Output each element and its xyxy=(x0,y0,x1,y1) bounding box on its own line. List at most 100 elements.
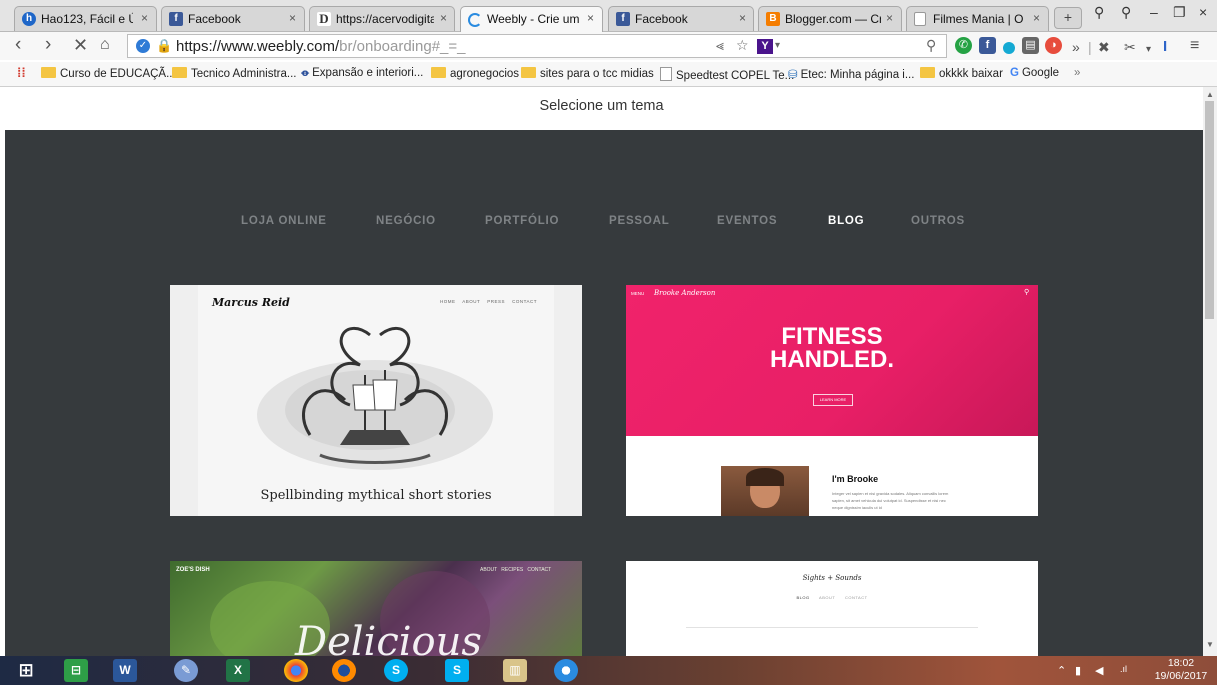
minimize-icon[interactable]: – xyxy=(1150,4,1158,20)
apps-icon[interactable]: ⁞⁞ xyxy=(17,65,26,80)
theme-card-sights-sounds[interactable]: Sights + Sounds BLOG ABOUT CONTACT xyxy=(626,561,1038,656)
learn-more-button: LEARN MORE xyxy=(813,394,853,406)
bookmark-agronegocios[interactable]: agronegocios xyxy=(431,67,519,80)
close-tab-icon[interactable]: × xyxy=(440,11,447,25)
tab-title: Filmes Mania | O mel xyxy=(933,12,1025,26)
text-tool-icon[interactable]: I xyxy=(1163,37,1167,57)
browser-toolbar: ‹ › ✕ ⌂ ✓ 🔒 https://www.weebly.com/br/on… xyxy=(0,32,1217,60)
portrait-photo xyxy=(721,466,809,516)
bookmark-google[interactable]: G Google xyxy=(1010,67,1059,79)
search-icon: ⚲ xyxy=(1024,289,1030,296)
theme-card-brooke-anderson[interactable]: MENU Brooke Anderson ⚲ FITNESS HANDLED. … xyxy=(626,285,1038,516)
paint-icon[interactable]: ✎ xyxy=(174,659,198,682)
category-outros[interactable]: OUTROS xyxy=(911,215,965,227)
scissors-icon[interactable]: ✂ xyxy=(1124,37,1136,57)
tab-weebly[interactable]: Weebly - Crie um site × xyxy=(460,6,603,32)
lock-icon: 🔒 xyxy=(156,38,173,53)
colorful-swirl-icon[interactable]: ◑ xyxy=(1045,37,1062,54)
bookmark-star-icon[interactable]: ☆ xyxy=(736,37,749,54)
skype-icon[interactable]: S xyxy=(384,659,408,682)
bug-icon[interactable]: ✖ xyxy=(1098,37,1110,57)
close-tab-icon[interactable]: × xyxy=(289,11,296,25)
bookmark-etec[interactable]: ⛁ Etec: Minha página i... xyxy=(788,67,914,81)
category-eventos[interactable]: EVENTOS xyxy=(717,215,777,227)
about-text: Integer vel sapien et nisi gravida sodal… xyxy=(832,491,949,510)
bookmark-sites-tcc[interactable]: sites para o tcc midias xyxy=(521,67,654,80)
store-icon[interactable]: ⊟ xyxy=(64,659,88,682)
theme-nav: HOME ABOUT PRESS CONTACT xyxy=(440,299,537,304)
file-explorer-icon[interactable]: ▥ xyxy=(503,659,527,682)
tray-arrow-icon[interactable]: ⌃ xyxy=(1057,664,1066,677)
theme-card-zoes-dish[interactable]: ZOE'S DISH ABOUT RECIPES CONTACT Delicio… xyxy=(170,561,582,656)
menu-icon[interactable]: ≡ xyxy=(1190,36,1199,56)
category-portfolio[interactable]: PORTFÓLIO xyxy=(485,215,559,227)
bookmark-expansao[interactable]: ꝋ Expansão e interiori... xyxy=(301,67,423,79)
skype-icon[interactable]: S xyxy=(445,659,469,682)
search-icon[interactable]: ⚲ xyxy=(926,37,936,54)
tab-hao123[interactable]: h Hao123, Fácil e Útil × xyxy=(14,6,157,31)
theme-card-marcus-reid[interactable]: Marcus Reid HOME ABOUT PRESS CONTACT Spe… xyxy=(170,285,582,516)
more-bookmarks-icon[interactable]: » xyxy=(1074,67,1080,79)
battery-icon[interactable]: ▮ xyxy=(1075,664,1081,677)
tab-facebook-2[interactable]: f Facebook × xyxy=(608,6,754,31)
card-side-margin xyxy=(554,285,582,516)
bookmark-speedtest[interactable]: Speedtest COPEL Te... xyxy=(660,67,794,82)
close-tab-icon[interactable]: × xyxy=(587,11,594,25)
close-window-icon[interactable]: × xyxy=(1199,4,1207,20)
separator-icon: | xyxy=(1088,39,1092,55)
bookmark-okkkk[interactable]: okkkk baixar xyxy=(920,67,1003,80)
category-negocio[interactable]: NEGÓCIO xyxy=(376,215,436,227)
close-tab-icon[interactable]: × xyxy=(886,11,893,25)
clapper-icon[interactable]: ▤ xyxy=(1022,37,1039,54)
category-pessoal[interactable]: PESSOAL xyxy=(609,215,670,227)
close-tab-icon[interactable]: × xyxy=(1033,11,1040,25)
dropdown-icon[interactable]: ▾ xyxy=(775,40,780,51)
circle-extension-icon[interactable] xyxy=(1003,42,1015,54)
stop-icon[interactable]: ✕ xyxy=(73,35,88,55)
system-clock[interactable]: 18:02 19/06/2017 xyxy=(1148,657,1214,683)
back-icon[interactable]: ‹ xyxy=(15,35,21,55)
dropdown-icon[interactable]: ▾ xyxy=(1146,40,1151,60)
category-loja-online[interactable]: LOJA ONLINE xyxy=(241,215,327,227)
profile-icon[interactable]: ⚲ xyxy=(1094,4,1104,21)
etec-icon: ⛁ xyxy=(788,69,798,81)
restore-icon[interactable]: ❐ xyxy=(1173,4,1186,21)
clock-date: 19/06/2017 xyxy=(1154,670,1208,682)
tab-filmes-mania[interactable]: Filmes Mania | O mel × xyxy=(906,6,1049,31)
url-text[interactable]: https://www.weebly.com/br/onboarding#_=_ xyxy=(176,38,465,55)
whatsapp-icon[interactable]: ✆ xyxy=(955,37,972,54)
forward-icon[interactable]: › xyxy=(45,35,51,55)
tab-facebook[interactable]: f Facebook × xyxy=(161,6,305,31)
new-tab-button[interactable]: + xyxy=(1054,7,1082,29)
close-tab-icon[interactable]: × xyxy=(141,11,148,25)
share-icon[interactable]: ⪡ xyxy=(716,37,724,54)
chrome-icon[interactable] xyxy=(284,659,308,682)
tab-title: Facebook xyxy=(188,12,241,26)
scroll-down-icon[interactable]: ▼ xyxy=(1206,640,1214,649)
more-extensions-icon[interactable]: » xyxy=(1072,37,1080,57)
home-icon[interactable]: ⌂ xyxy=(100,35,110,55)
category-blog[interactable]: BLOG xyxy=(828,215,864,227)
facebook-extension-icon[interactable]: f xyxy=(979,37,996,54)
tab-acervodigital[interactable]: D https://acervodigital. × xyxy=(309,6,455,31)
google-icon: G xyxy=(1010,67,1019,79)
tab-blogger[interactable]: B Blogger.com — Crie × xyxy=(758,6,902,31)
excel-icon[interactable]: X xyxy=(226,659,250,682)
page-scrollbar[interactable]: ▲ ▼ xyxy=(1203,87,1217,656)
weebly-app-icon[interactable] xyxy=(554,659,578,682)
bookmark-tecnico[interactable]: Tecnico Administra... xyxy=(172,67,296,80)
pin-icon[interactable]: ⚲ xyxy=(1121,4,1131,21)
word-icon[interactable]: W xyxy=(113,659,137,682)
theme-caption: Spellbinding mythical short stories xyxy=(260,488,492,503)
scroll-thumb[interactable] xyxy=(1205,101,1214,319)
yahoo-icon[interactable]: Y xyxy=(757,39,773,54)
firefox-icon[interactable] xyxy=(332,659,356,682)
close-tab-icon[interactable]: × xyxy=(739,11,746,25)
scroll-up-icon[interactable]: ▲ xyxy=(1206,90,1214,99)
network-icon[interactable]: .ıl xyxy=(1120,664,1127,674)
windows-start-icon[interactable]: ⊞ xyxy=(14,659,38,682)
volume-icon[interactable]: ◀ xyxy=(1095,664,1103,677)
address-bar[interactable]: ✓ 🔒 https://www.weebly.com/br/onboarding… xyxy=(127,34,947,58)
bookmark-curso[interactable]: Curso de EDUCAÇÃ... xyxy=(41,67,176,80)
theme-logo: Sights + Sounds xyxy=(802,574,862,582)
